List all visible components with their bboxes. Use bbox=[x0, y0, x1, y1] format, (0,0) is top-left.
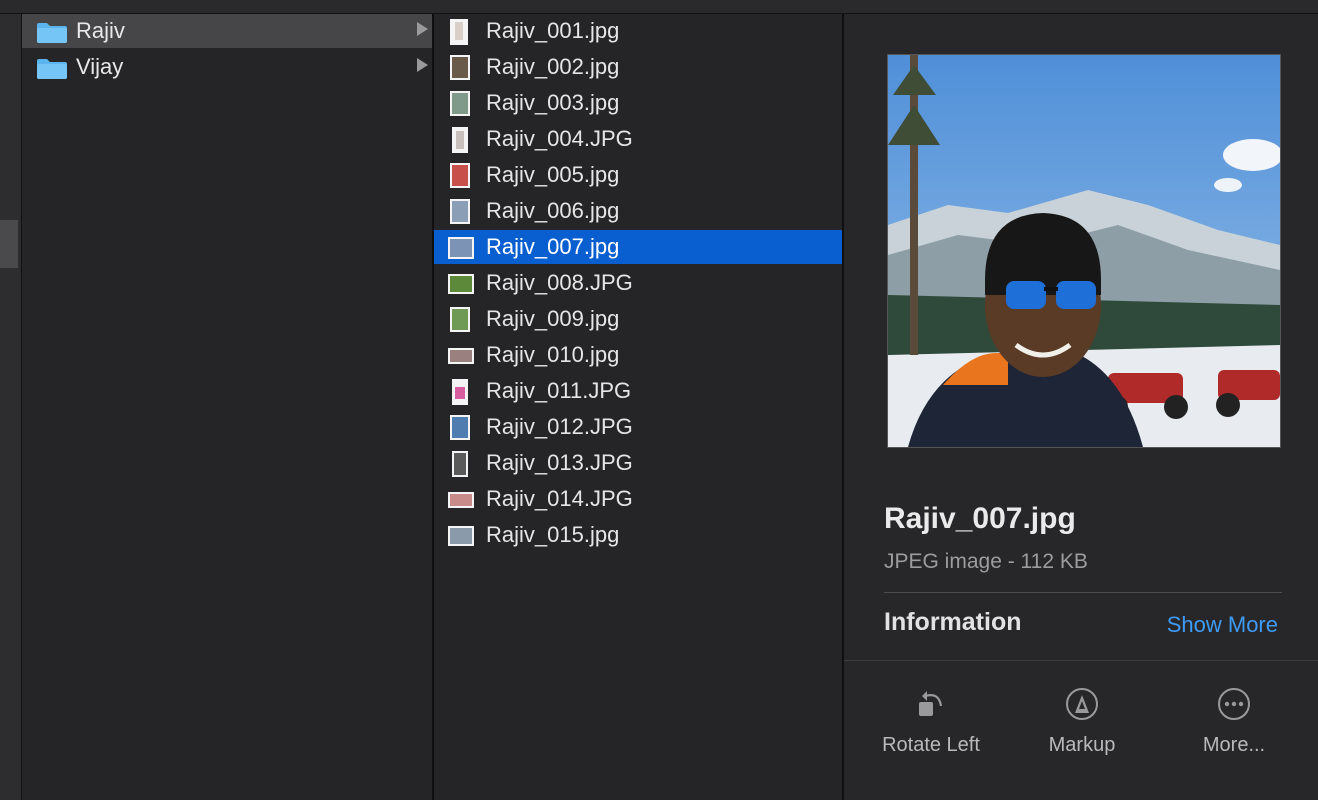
markup-button[interactable]: Markup bbox=[1007, 686, 1157, 766]
file-label: Rajiv_001.jpg bbox=[486, 18, 620, 43]
rotate-left-label: Rotate Left bbox=[882, 734, 980, 756]
file-row[interactable]: Rajiv_014.JPG bbox=[434, 482, 842, 516]
preview-pane: Rajiv_007.jpg JPEG image - 112 KB Inform… bbox=[844, 14, 1318, 800]
file-row[interactable]: Rajiv_010.jpg bbox=[434, 338, 842, 372]
image-thumbnail bbox=[450, 199, 470, 224]
file-label: Rajiv_014.JPG bbox=[486, 486, 633, 511]
file-row[interactable]: Rajiv_011.JPG bbox=[434, 374, 842, 408]
more-button[interactable]: More... bbox=[1159, 686, 1309, 766]
file-row[interactable]: Rajiv_006.jpg bbox=[434, 194, 842, 228]
file-row[interactable]: Rajiv_002.jpg bbox=[434, 50, 842, 84]
file-label: Rajiv_010.jpg bbox=[486, 342, 620, 367]
file-row-selected[interactable]: Rajiv_007.jpg bbox=[434, 230, 842, 264]
preview-filename: Rajiv_007.jpg bbox=[884, 502, 1076, 535]
image-thumbnail bbox=[452, 379, 468, 405]
file-label: Rajiv_005.jpg bbox=[486, 162, 620, 187]
sidebar-scroll-knob[interactable] bbox=[0, 220, 18, 268]
show-more-link[interactable]: Show More bbox=[1167, 612, 1278, 638]
file-row[interactable]: Rajiv_003.jpg bbox=[434, 86, 842, 120]
file-label: Rajiv_013.JPG bbox=[486, 450, 633, 475]
file-label: Rajiv_007.jpg bbox=[486, 234, 620, 259]
folder-row-vijay[interactable]: Vijay bbox=[22, 50, 432, 84]
information-heading: Information bbox=[884, 608, 1022, 636]
image-thumbnail bbox=[448, 492, 474, 508]
folder-icon bbox=[37, 59, 67, 79]
sidebar-edge bbox=[0, 14, 22, 800]
image-thumbnail bbox=[448, 274, 474, 294]
file-row[interactable]: Rajiv_012.JPG bbox=[434, 410, 842, 444]
preview-image bbox=[887, 54, 1281, 448]
file-label: Rajiv_004.JPG bbox=[486, 126, 633, 151]
file-row[interactable]: Rajiv_015.jpg bbox=[434, 518, 842, 552]
folder-label: Vijay bbox=[76, 54, 124, 79]
image-thumbnail bbox=[450, 91, 470, 116]
folder-label: Rajiv bbox=[76, 18, 125, 43]
chevron-right-icon bbox=[417, 22, 428, 36]
file-label: Rajiv_012.JPG bbox=[486, 414, 633, 439]
window-top-edge bbox=[0, 0, 1318, 14]
preview-photo-art bbox=[888, 55, 1280, 447]
image-thumbnail bbox=[450, 163, 470, 188]
file-row[interactable]: Rajiv_013.JPG bbox=[434, 446, 842, 480]
image-thumbnail bbox=[450, 307, 470, 332]
folder-icon bbox=[37, 23, 67, 43]
markup-label: Markup bbox=[1048, 734, 1116, 756]
file-row[interactable]: Rajiv_001.jpg bbox=[434, 14, 842, 48]
image-thumbnail bbox=[452, 451, 468, 477]
folder-row-rajiv[interactable]: Rajiv bbox=[22, 14, 432, 48]
chevron-right-icon bbox=[417, 58, 428, 72]
image-thumbnail bbox=[448, 237, 474, 259]
divider bbox=[884, 592, 1282, 593]
image-thumbnail bbox=[450, 19, 468, 45]
markup-icon bbox=[1066, 688, 1098, 720]
file-row[interactable]: Rajiv_009.jpg bbox=[434, 302, 842, 336]
image-thumbnail bbox=[448, 526, 474, 546]
rotate-left-button[interactable]: Rotate Left bbox=[856, 686, 1006, 766]
folders-column: Rajiv Vijay bbox=[22, 14, 434, 800]
image-thumbnail bbox=[448, 348, 474, 364]
file-row[interactable]: Rajiv_008.JPG bbox=[434, 266, 842, 300]
more-label: More... bbox=[1202, 734, 1266, 756]
file-label: Rajiv_003.jpg bbox=[486, 90, 620, 115]
rotate-left-icon bbox=[919, 691, 943, 716]
file-row[interactable]: Rajiv_005.jpg bbox=[434, 158, 842, 192]
preview-kind: JPEG image - 112 KB bbox=[884, 550, 1088, 573]
files-column: Rajiv_001.jpg Rajiv_002.jpg Rajiv_003.jp… bbox=[434, 14, 844, 800]
image-thumbnail bbox=[452, 127, 468, 153]
file-label: Rajiv_009.jpg bbox=[486, 306, 620, 331]
file-label: Rajiv_002.jpg bbox=[486, 54, 620, 79]
file-label: Rajiv_006.jpg bbox=[486, 198, 620, 223]
divider bbox=[844, 660, 1318, 661]
file-label: Rajiv_008.JPG bbox=[486, 270, 633, 295]
image-thumbnail bbox=[450, 55, 470, 80]
file-label: Rajiv_011.JPG bbox=[486, 378, 632, 403]
file-label: Rajiv_015.jpg bbox=[486, 522, 620, 547]
file-row[interactable]: Rajiv_004.JPG bbox=[434, 122, 842, 156]
more-icon bbox=[1218, 688, 1250, 720]
image-thumbnail bbox=[450, 415, 470, 440]
